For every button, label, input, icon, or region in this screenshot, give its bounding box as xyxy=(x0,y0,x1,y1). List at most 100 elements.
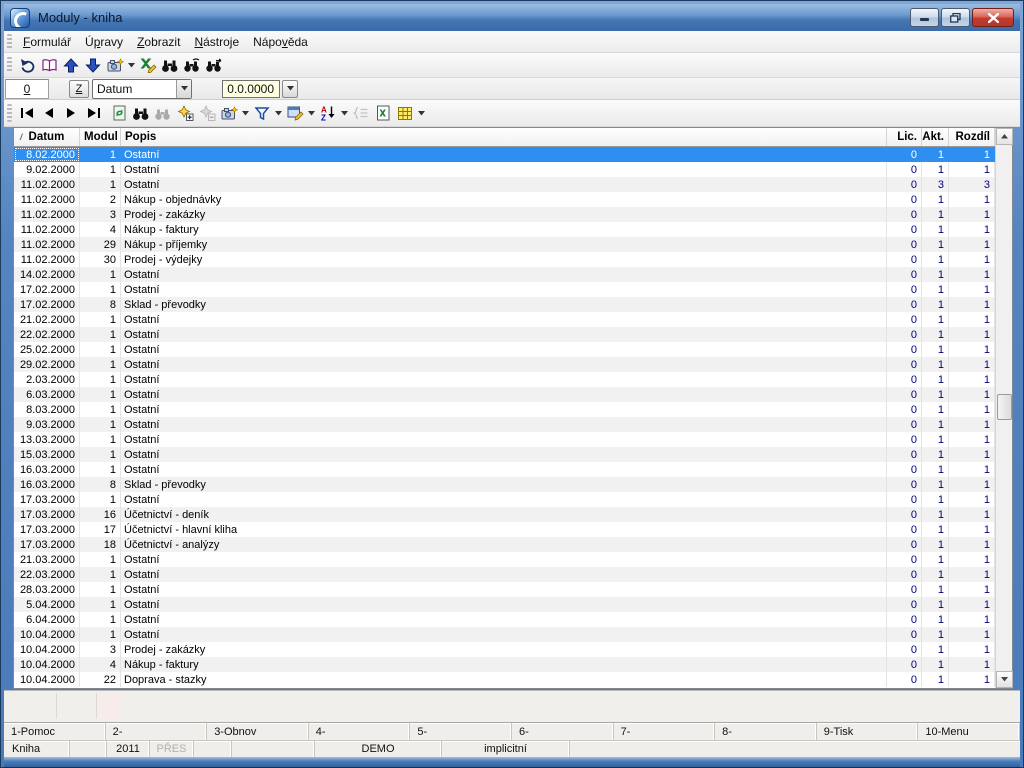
menu-item-napoveda[interactable]: Nápověda xyxy=(246,32,315,52)
z-button[interactable]: Z xyxy=(69,79,89,98)
last-record-button[interactable] xyxy=(82,102,104,124)
table-row[interactable]: 6.04.2000 1 Ostatní 0 1 1 xyxy=(14,612,1012,627)
table-row[interactable]: 16.03.2000 1 Ostatní 0 1 1 xyxy=(14,462,1012,477)
table-row[interactable]: 17.02.2000 8 Sklad - převodky 0 1 1 xyxy=(14,297,1012,312)
header-lic[interactable]: Lic. xyxy=(887,128,922,146)
table-row[interactable]: 10.04.2000 4 Nákup - faktury 0 1 1 xyxy=(14,657,1012,672)
table-row[interactable]: 17.03.2000 17 Účetnictví - hlavní kliha 0 1 1 xyxy=(14,522,1012,537)
table-row[interactable]: 17.03.2000 18 Účetnictví - analýzy 0 1 1 xyxy=(14,537,1012,552)
table-row[interactable]: 25.02.2000 1 Ostatní 0 1 1 xyxy=(14,342,1012,357)
function-key-8[interactable]: 8- xyxy=(715,723,817,740)
undo-button[interactable] xyxy=(16,54,38,76)
table-row[interactable]: 11.02.2000 30 Prodej - výdejky 0 1 1 xyxy=(14,252,1012,267)
table-row[interactable]: 10.04.2000 3 Prodej - zakázky 0 1 1 xyxy=(14,642,1012,657)
table-row[interactable]: 17.02.2000 1 Ostatní 0 1 1 xyxy=(14,282,1012,297)
table-row[interactable]: 11.02.2000 29 Nákup - příjemky 0 1 1 xyxy=(14,237,1012,252)
find-button[interactable] xyxy=(159,54,181,76)
snapshot-button[interactable] xyxy=(104,54,126,76)
restore-button[interactable] xyxy=(941,8,970,27)
snapshot-caret[interactable] xyxy=(126,54,137,76)
prev-record-button[interactable] xyxy=(38,102,60,124)
add-record-button[interactable] xyxy=(174,102,196,124)
header-akt[interactable]: Akt. xyxy=(922,128,949,146)
table-row[interactable]: 10.04.2000 22 Doprava - stazky 0 1 1 xyxy=(14,672,1012,687)
function-key-6[interactable]: 6- xyxy=(512,723,614,740)
combo-dropdown-button[interactable] xyxy=(176,79,191,98)
table-row[interactable]: 10.04.2000 1 Ostatní 0 1 1 xyxy=(14,627,1012,642)
locator-value-input[interactable]: 0.0.0000 xyxy=(222,79,280,98)
function-key-1[interactable]: 1-Pomoc xyxy=(4,723,106,740)
table-row[interactable]: 11.02.2000 4 Nákup - faktury 0 1 1 xyxy=(14,222,1012,237)
edit-form-caret[interactable] xyxy=(306,102,317,124)
header-datum[interactable]: / Datum xyxy=(14,128,80,146)
table-row[interactable]: 6.03.2000 1 Ostatní 0 1 1 xyxy=(14,387,1012,402)
table-row[interactable]: 21.02.2000 1 Ostatní 0 1 1 xyxy=(14,312,1012,327)
toolbar-grip[interactable] xyxy=(7,34,12,49)
table-row[interactable]: 11.02.2000 1 Ostatní 0 3 3 xyxy=(14,177,1012,192)
toolbar-grip[interactable] xyxy=(7,56,12,74)
edit-form-button[interactable] xyxy=(284,102,306,124)
table-row[interactable]: 17.03.2000 1 Ostatní 0 1 1 xyxy=(14,492,1012,507)
table-row[interactable]: 11.02.2000 2 Nákup - objednávky 0 1 1 xyxy=(14,192,1012,207)
snapshot-caret[interactable] xyxy=(240,102,251,124)
table-row[interactable]: 8.03.2000 1 Ostatní 0 1 1 xyxy=(14,402,1012,417)
function-key-10[interactable]: 10-Menu xyxy=(918,723,1020,740)
book-button[interactable] xyxy=(38,54,60,76)
function-key-9[interactable]: 9-Tisk xyxy=(817,723,919,740)
minimize-button[interactable] xyxy=(910,8,939,27)
table-row[interactable]: 9.03.2000 1 Ostatní 0 1 1 xyxy=(14,417,1012,432)
menu-item-upravy[interactable]: Úpravy xyxy=(78,32,130,52)
find-button[interactable] xyxy=(130,102,152,124)
table-row[interactable]: 29.02.2000 1 Ostatní 0 1 1 xyxy=(14,357,1012,372)
table-row[interactable]: 17.03.2000 16 Účetnictví - deník 0 1 1 xyxy=(14,507,1012,522)
table-row[interactable]: 14.02.2000 1 Ostatní 0 1 1 xyxy=(14,267,1012,282)
table-row[interactable]: 2.03.2000 1 Ostatní 0 1 1 xyxy=(14,372,1012,387)
refresh-button[interactable] xyxy=(108,102,130,124)
table-row[interactable]: 13.03.2000 1 Ostatní 0 1 1 xyxy=(14,432,1012,447)
field-selector-combo[interactable]: Datum xyxy=(92,78,192,99)
function-key-7[interactable]: 7- xyxy=(614,723,716,740)
table-row[interactable]: 8.02.2000 1 Ostatní 0 1 1 xyxy=(14,147,1012,162)
function-key-5[interactable]: 5- xyxy=(410,723,512,740)
excel-edit-button[interactable] xyxy=(137,54,159,76)
menu-item-nastroje[interactable]: Nástroje xyxy=(187,32,246,52)
table-row[interactable]: 28.03.2000 1 Ostatní 0 1 1 xyxy=(14,582,1012,597)
table-row[interactable]: 21.03.2000 1 Ostatní 0 1 1 xyxy=(14,552,1012,567)
menu-item-zobrazit[interactable]: Zobrazit xyxy=(130,32,187,52)
header-modul[interactable]: Modul xyxy=(80,128,121,146)
filter-button[interactable] xyxy=(251,102,273,124)
next-record-button[interactable] xyxy=(60,102,82,124)
toolbar-grip[interactable] xyxy=(7,103,12,123)
table-row[interactable]: 22.02.2000 1 Ostatní 0 1 1 xyxy=(14,327,1012,342)
filter-caret[interactable] xyxy=(273,102,284,124)
first-record-button[interactable] xyxy=(16,102,38,124)
function-key-2[interactable]: 2- xyxy=(106,723,208,740)
table-row[interactable]: 11.02.2000 3 Prodej - zakázky 0 1 1 xyxy=(14,207,1012,222)
move-up-button[interactable] xyxy=(60,54,82,76)
table-row[interactable]: 5.04.2000 1 Ostatní 0 1 1 xyxy=(14,597,1012,612)
move-down-button[interactable] xyxy=(82,54,104,76)
table-row[interactable]: 15.03.2000 1 Ostatní 0 1 1 xyxy=(14,447,1012,462)
header-rozdil[interactable]: Rozdíl xyxy=(949,128,995,146)
columns-caret[interactable] xyxy=(416,102,427,124)
scroll-down-button[interactable] xyxy=(996,671,1013,688)
scroll-up-button[interactable] xyxy=(996,128,1013,145)
menu-item-formular[interactable]: Formulář xyxy=(16,32,78,52)
sort-button[interactable]: A Z xyxy=(317,102,339,124)
find-goto-button[interactable] xyxy=(203,54,225,76)
app-icon[interactable] xyxy=(10,7,30,28)
table-row[interactable]: 22.03.2000 1 Ostatní 0 1 1 xyxy=(14,567,1012,582)
vertical-scrollbar[interactable] xyxy=(995,128,1013,688)
snapshot-button[interactable] xyxy=(218,102,240,124)
locator-value-dropdown[interactable] xyxy=(282,79,298,98)
scrollbar-thumb[interactable] xyxy=(997,394,1012,420)
find-again-button[interactable] xyxy=(181,54,203,76)
function-key-4[interactable]: 4- xyxy=(309,723,411,740)
table-row[interactable]: 16.03.2000 8 Sklad - převodky 0 1 1 xyxy=(14,477,1012,492)
header-popis[interactable]: Popis xyxy=(121,128,887,146)
excel-export-button[interactable] xyxy=(372,102,394,124)
sort-caret[interactable] xyxy=(339,102,350,124)
columns-button[interactable] xyxy=(394,102,416,124)
table-row[interactable]: 9.02.2000 1 Ostatní 0 1 1 xyxy=(14,162,1012,177)
function-key-3[interactable]: 3-Obnov xyxy=(207,723,309,740)
